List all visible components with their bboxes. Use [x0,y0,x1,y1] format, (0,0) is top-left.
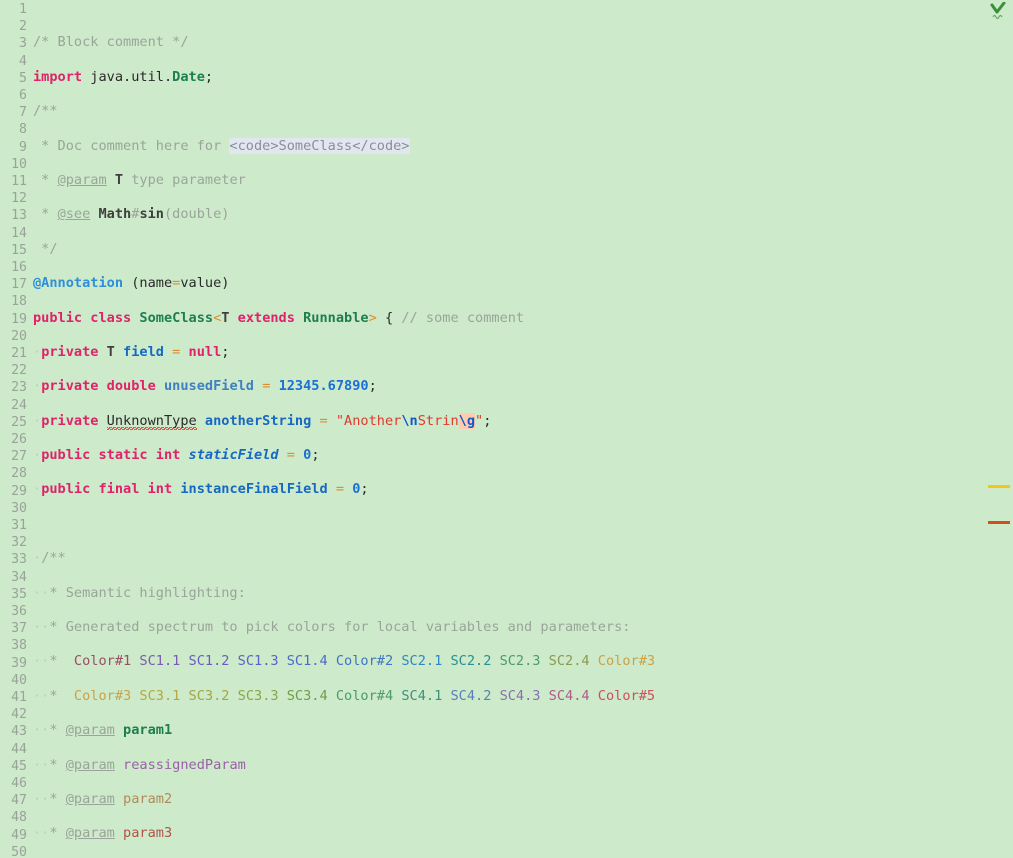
line-number: 24 [11,397,27,413]
line-number: 12 [11,191,27,207]
code-line: ·public final int instanceFinalField = 0… [33,481,369,498]
code-line: * Doc comment here for <code>SomeClass</… [33,137,410,154]
code-line: ·/** [33,550,66,567]
code-line: * @param T type parameter [33,171,246,188]
line-number: 36 [11,604,27,619]
line-number: 43 [11,724,27,740]
line-number: 9 [19,139,27,155]
line-number: 39 [11,655,27,671]
warning-stripe[interactable] [988,485,1010,488]
code-line: /* Block comment */ [33,34,189,51]
line-number: 22 [11,363,27,379]
line-number: 34 [11,569,27,585]
line-number: 47 [11,793,27,809]
code-line: ··* @param param1 [33,722,173,739]
code-line: */ [33,240,58,257]
code-line: ·private double unusedField = 12345.6789… [33,378,377,395]
spectrum-row-1: ··* Color#1 SC1.1 SC1.2 SC1.3 SC1.4 Colo… [33,653,656,670]
line-number: 45 [11,758,27,774]
code-content[interactable]: /* Block comment */ import java.util.Dat… [33,0,983,858]
line-number: 4 [19,53,27,69]
code-line: ·private UnknownType anotherString = "An… [33,412,492,430]
line-number: 11 [11,174,27,189]
line-number: 41 [11,690,27,705]
code-line: /** [33,103,58,120]
line-number: 33 [11,552,27,568]
code-line: ··* Semantic highlighting: [33,584,246,601]
line-number: 7 [19,105,27,121]
code-line: import java.util.Date; [33,68,214,85]
line-number: 30 [11,500,27,516]
code-line: ··* @param param2 [33,791,173,807]
line-number: 19 [11,311,27,327]
line-number: 5 [19,70,27,86]
line-number: 35 [11,586,27,602]
line-number: 14 [11,225,27,241]
line-number: 20 [11,328,27,344]
code-line: @Annotation (name=value) [33,275,230,292]
code-line: ··* @param param3 [33,825,173,842]
inspection-status-checkmark-icon[interactable] [989,1,1007,22]
line-number: 26 [11,432,27,447]
line-number: 31 [11,518,27,533]
line-number: 13 [11,208,27,224]
error-stripe[interactable] [988,521,1010,524]
line-number: 40 [11,672,27,688]
line-number: 37 [11,621,27,637]
spectrum-row-2: ··* Color#3 SC3.1 SC3.2 SC3.3 SC3.4 Colo… [33,687,656,704]
line-number: 2 [19,19,27,35]
line-number: 44 [11,741,27,757]
line-number: 23 [11,380,27,396]
line-number: 10 [11,156,27,172]
line-number: 25 [11,414,27,430]
line-number: 15 [11,242,27,258]
line-number: 38 [11,638,27,654]
code-editor-preview[interactable]: 1 2 3 4 5 6 7 8 9 10 11 12 13 14 15 16 17 18 19 20 21 22 23 24 2… [0,0,1013,858]
code-line: ·public static int staticField = 0; [33,447,320,464]
line-number: 32 [11,535,27,551]
code-line: ··* @param reassignedParam [33,756,246,773]
line-number: 6 [19,88,27,103]
code-line: ··* Generated spectrum to pick colors fo… [33,619,631,636]
code-line: * @see Math#sin(double) [33,206,230,223]
line-number: 42 [11,707,27,723]
line-number: 16 [11,260,27,275]
line-number: 1 [19,2,27,17]
line-number: 48 [11,810,27,826]
line-number: 27 [11,449,27,465]
line-number: 3 [19,36,27,52]
line-number: 8 [19,122,27,138]
line-number: 50 [11,844,27,858]
line-number: 17 [11,277,27,293]
line-number: 18 [11,294,27,310]
line-number-gutter: 1 2 3 4 5 6 7 8 9 10 11 12 13 14 15 16 17 18 19 20 21 22 23 24 2… [0,0,30,858]
error-stripe-gutter[interactable] [983,0,1013,858]
line-number: 28 [11,466,27,482]
line-number: 29 [11,483,27,499]
line-number: 49 [11,827,27,843]
code-line: public class SomeClass<T extends Runnabl… [33,309,525,326]
line-number: 21 [11,346,27,361]
code-line: ·private T field = null; [33,343,230,360]
line-number: 46 [11,776,27,791]
